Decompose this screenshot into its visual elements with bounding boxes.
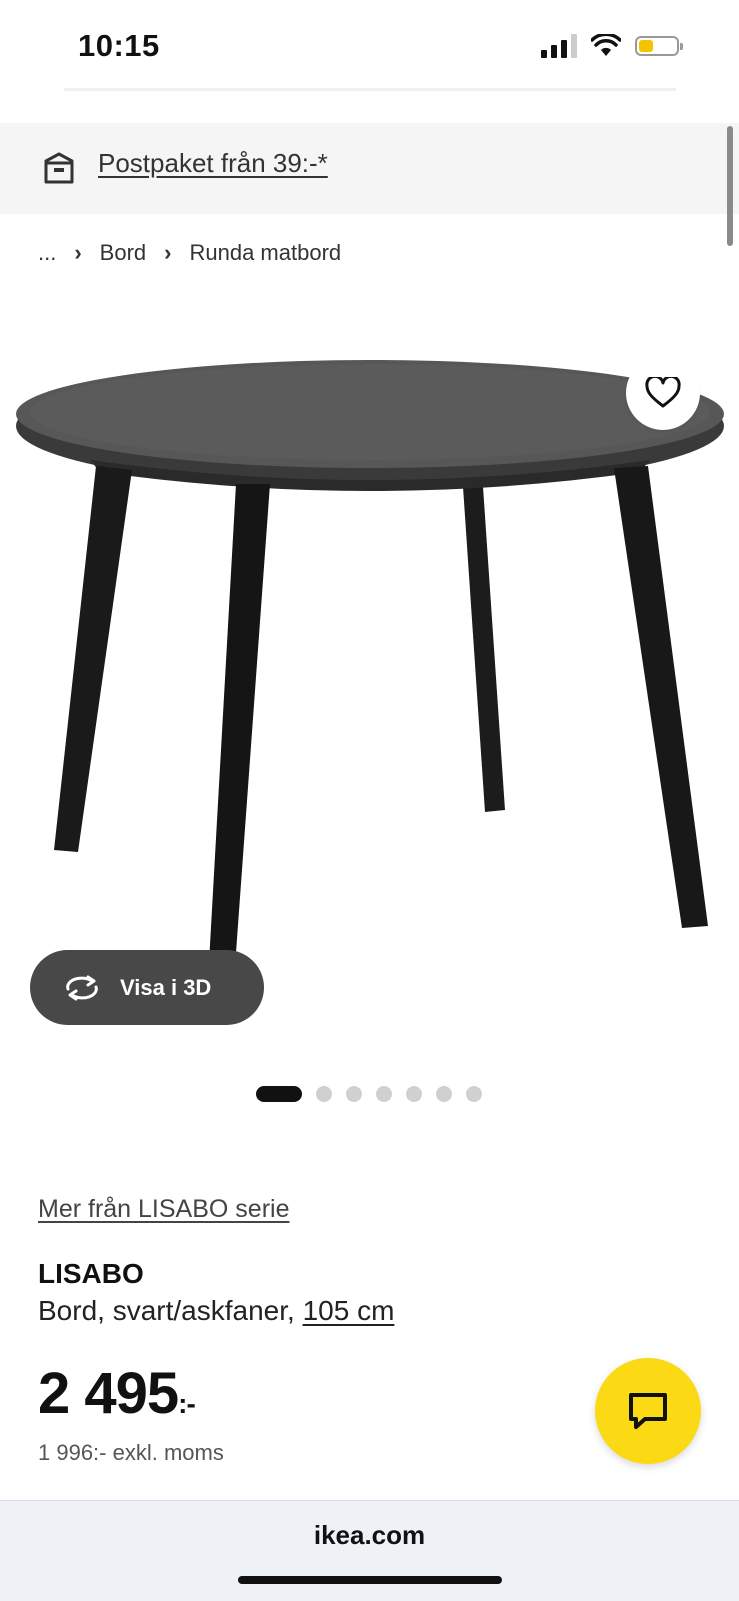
status-icons: [541, 34, 683, 58]
heart-icon: [645, 377, 681, 408]
price-excl-vat: 1 996:- exkl. moms: [38, 1440, 224, 1465]
product-price: 2 495:-: [38, 1360, 196, 1427]
breadcrumb-item-bord[interactable]: Bord: [100, 240, 146, 266]
pagination-dot[interactable]: [316, 1086, 332, 1102]
chat-bubble-icon: [629, 1393, 667, 1429]
wifi-icon: [591, 34, 621, 56]
breadcrumb-ellipsis[interactable]: ...: [38, 240, 56, 266]
price-amount: 2 495: [38, 1361, 179, 1426]
pagination-dot[interactable]: [466, 1086, 482, 1102]
breadcrumb-item-runda-matbord[interactable]: Runda matbord: [189, 240, 341, 266]
pagination-dot[interactable]: [406, 1086, 422, 1102]
breadcrumb-separator: ›: [74, 240, 82, 265]
view-in-3d-button[interactable]: Visa i 3D: [30, 950, 264, 1025]
cellular-signal-icon: [541, 34, 577, 58]
gallery-pagination: [256, 1086, 482, 1102]
browser-url[interactable]: ikea.com: [0, 1520, 739, 1551]
product-image[interactable]: [0, 300, 739, 1040]
scrollbar[interactable]: [727, 126, 733, 246]
pagination-dot[interactable]: [436, 1086, 452, 1102]
product-description-text: Bord, svart/askfaner,: [38, 1295, 295, 1326]
favorite-button[interactable]: [626, 356, 700, 430]
home-indicator[interactable]: [238, 1576, 502, 1584]
pagination-dot[interactable]: [376, 1086, 392, 1102]
product-size-link[interactable]: 105 cm: [303, 1295, 395, 1326]
view-in-3d-label: Visa i 3D: [120, 974, 212, 1000]
breadcrumb-separator: ›: [164, 240, 172, 265]
price-suffix: :-: [178, 1388, 196, 1419]
status-time: 10:15: [78, 28, 160, 63]
delivery-banner-link[interactable]: Postpaket från 39:-*: [98, 148, 328, 179]
rotate-3d-icon: [66, 975, 98, 1000]
series-link[interactable]: Mer från LISABO serie: [38, 1195, 289, 1224]
pagination-dot[interactable]: [346, 1086, 362, 1102]
product-name: LISABO: [38, 1258, 144, 1289]
breadcrumb: ... › Bord › Runda matbord: [38, 240, 341, 266]
battery-icon: [635, 36, 683, 56]
status-bar: 10:15: [0, 0, 739, 90]
address-bar-edge: [64, 88, 676, 91]
product-description: Bord, svart/askfaner, 105 cm: [38, 1295, 394, 1327]
parcel-box-icon: [44, 152, 74, 184]
pagination-dot-active[interactable]: [256, 1086, 302, 1102]
chat-button[interactable]: [595, 1358, 701, 1464]
